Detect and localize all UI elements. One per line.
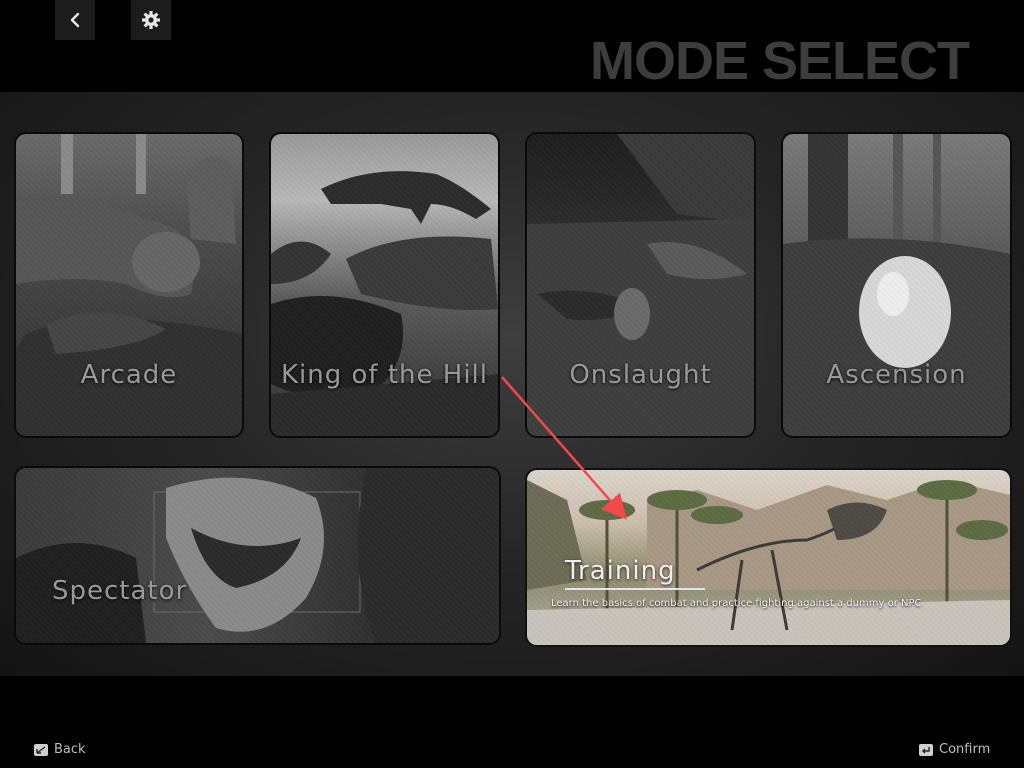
mode-label-onslaught: Onslaught [569,360,712,390]
chevron-left-icon [70,12,80,28]
mode-label-training: Training [565,556,676,586]
footer-confirm-label: Confirm [939,742,991,757]
enter-key-icon [919,743,933,756]
back-button[interactable] [55,0,95,40]
page-title: MODE SELECT [590,31,970,91]
forest-egg-image [783,134,1010,436]
dinosaur-scene-image [527,134,754,436]
mode-label-spectator: Spectator [52,576,188,606]
mode-card-spectator[interactable]: Spectator [14,466,501,645]
trex-roar-image [16,468,499,643]
footer-back-label: Back [54,742,86,757]
footer-back-button[interactable]: Back [34,742,86,757]
mode-label-arcade: Arcade [80,360,178,390]
mode-card-onslaught[interactable]: Onslaught [525,132,756,438]
dinosaur-scene-image [16,134,242,436]
keyboard-back-icon [34,743,48,756]
mode-card-ascension[interactable]: Ascension [781,132,1012,438]
settings-button[interactable] [131,0,171,40]
mode-card-training[interactable]: Training Learn the basics of combat and … [525,468,1012,647]
mode-description-training: Learn the basics of combat and practice … [551,598,922,609]
dinosaur-scene-image [271,171,498,436]
mode-card-king-of-the-hill[interactable]: King of the Hill [269,132,500,438]
footer-confirm-button[interactable]: Confirm [919,742,990,757]
gear-icon [142,11,160,29]
mode-label-ascension: Ascension [826,360,967,390]
title-underline [565,588,705,590]
mode-card-arcade[interactable]: Arcade [14,132,244,438]
mode-label-king-of-the-hill: King of the Hill [280,360,488,390]
